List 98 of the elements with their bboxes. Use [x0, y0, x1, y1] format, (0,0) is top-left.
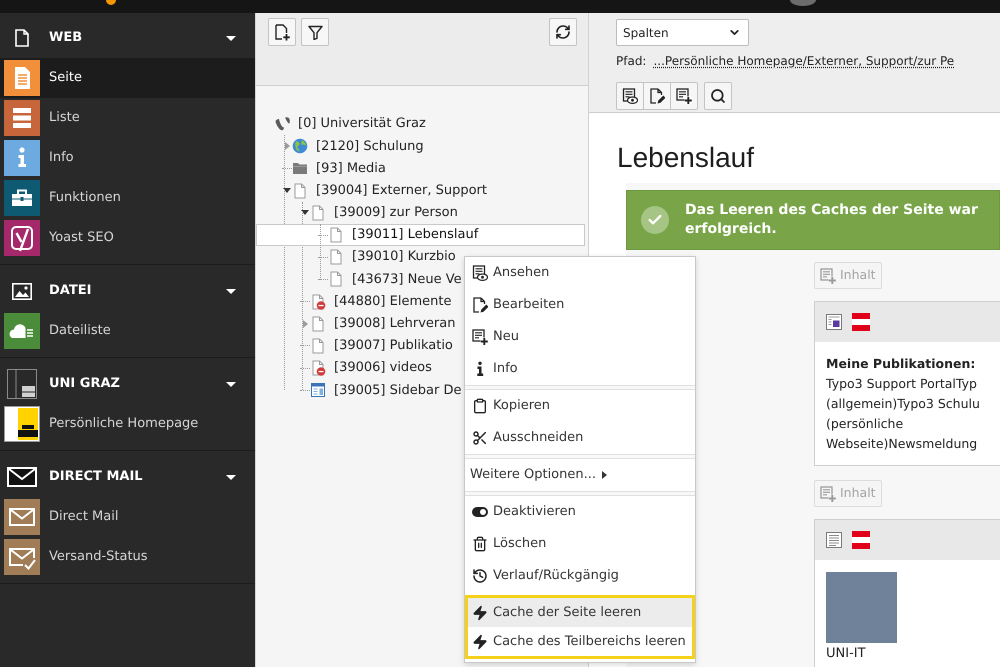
section-title: WEB [49, 29, 82, 48]
sidebar-item[interactable]: Funktionen [0, 178, 255, 218]
caret-down-icon[interactable] [283, 188, 291, 194]
list-eye-icon [622, 88, 638, 104]
list-icon [4, 100, 40, 136]
menu-item[interactable]: Löschen [465, 528, 695, 560]
logo-icon [106, 0, 116, 5]
view-button[interactable] [616, 82, 644, 110]
sidebar-item[interactable]: Liste [0, 98, 255, 138]
refresh-button[interactable] [549, 18, 577, 46]
sidebar-item[interactable]: Versand-Status [0, 537, 255, 577]
filter-icon [308, 24, 322, 40]
new-button[interactable] [670, 82, 698, 110]
avatar-icon [790, 0, 816, 6]
tree-node[interactable]: [39004] Externer, Support [281, 180, 488, 202]
refresh-icon [555, 24, 571, 40]
image-caption: UNI-IT [826, 645, 867, 663]
envelope-check-icon [4, 539, 40, 575]
sidebar-item[interactable]: Dateiliste [0, 311, 255, 351]
image-icon [12, 282, 32, 300]
caret-down-icon[interactable] [226, 288, 236, 294]
sidebar-item[interactable]: Direct Mail [0, 497, 255, 537]
search-button[interactable] [704, 82, 732, 110]
lightning-icon [472, 634, 488, 650]
logo-icon [7, 369, 37, 399]
breadcrumb-link[interactable]: ...Persönliche Homepage/Externer, Support/zur Pe [653, 52, 954, 70]
caret-right-icon[interactable] [284, 142, 290, 150]
tree-node[interactable]: [39011] Lebenslauf [256, 224, 585, 246]
section-title: DIRECT MAIL [49, 468, 143, 486]
trash-icon [472, 536, 488, 552]
card-text: Typo3 Support PortalTyp (allgemein)Typo3 Schulu (persönliche Webseite)Newsmeldung [826, 375, 981, 453]
view-select[interactable]: Spalten [616, 19, 749, 46]
caret-down-icon[interactable] [226, 474, 236, 480]
menu-item[interactable]: Ansehen [465, 257, 695, 289]
page-outline-icon [15, 29, 29, 47]
scissors-icon [472, 430, 488, 446]
logo-icon [4, 220, 40, 256]
list-plus-icon [472, 329, 488, 345]
sidebar-item[interactable]: Seite [0, 58, 255, 98]
menu-item[interactable]: Cache der Seite leeren [468, 598, 692, 627]
tree-node[interactable]: [39007] Publikatio [299, 334, 454, 358]
tree-node[interactable]: [39005] Sidebar De [299, 379, 462, 402]
plugin-icon [826, 314, 842, 330]
tree-node[interactable]: [0] Universität Graz [263, 113, 427, 136]
page-plus-icon [274, 24, 290, 40]
info-icon [4, 140, 40, 176]
menu-item[interactable]: Info [465, 353, 695, 385]
cloud-icon [4, 313, 40, 349]
caret-right-icon [602, 471, 608, 479]
logo-icon [4, 406, 40, 442]
document-icon [4, 60, 40, 96]
sidebar-item[interactable]: Yoast SEO [0, 218, 255, 258]
tree-node[interactable]: [39009] zur Person [299, 202, 459, 224]
toolbox-icon [4, 180, 40, 216]
path-label: Pfad: [616, 53, 646, 70]
lightning-icon [472, 604, 488, 620]
search-icon [710, 88, 726, 104]
card-heading: Meine Publikationen: [826, 355, 976, 373]
page-pencil-icon [472, 297, 488, 313]
list-plus-icon [820, 486, 836, 502]
history-icon [472, 568, 488, 584]
tree-node[interactable]: [39008] Lehrveran [299, 312, 456, 335]
flag-icon [852, 531, 870, 549]
notification-text: Das Leeren des Caches der Seite war erfolgreich. [685, 201, 979, 239]
new-page-button[interactable] [268, 18, 296, 46]
caret-down-icon[interactable] [226, 36, 236, 40]
toggle-icon [472, 507, 488, 517]
sidebar-item[interactable]: Info [0, 138, 255, 178]
menu-item[interactable]: Neu [465, 321, 695, 353]
menu-item[interactable]: Deaktivieren [465, 496, 695, 528]
caret-down-icon[interactable] [226, 382, 236, 386]
tree-node[interactable]: [93] Media [281, 157, 387, 180]
section-title: UNI GRAZ [49, 375, 120, 394]
tree-node[interactable]: [2120] Schulung [281, 135, 425, 158]
menu-item[interactable]: Kopieren [465, 390, 695, 422]
submenu-item[interactable]: Weitere Optionen... [465, 459, 695, 491]
filter-button[interactable] [301, 18, 329, 46]
tree-node[interactable]: [43673] Neue Ve [317, 268, 463, 290]
text-lines-icon [826, 532, 842, 548]
menu-item[interactable]: Bearbeiten [465, 289, 695, 321]
menu-item[interactable]: Ausschneiden [465, 422, 695, 454]
edit-button[interactable] [643, 82, 671, 110]
page-pencil-icon [649, 88, 665, 104]
section-title: DATEI [49, 282, 92, 300]
list-plus-icon [820, 268, 836, 284]
caret-down-icon[interactable] [301, 210, 309, 216]
list-plus-icon [676, 88, 692, 104]
photo-placeholder [826, 572, 897, 643]
tree-node[interactable]: [39010] Kurzbio [317, 246, 457, 268]
list-eye-icon [472, 265, 488, 281]
envelope-icon [7, 467, 37, 487]
menu-item[interactable]: Verlauf/Rückgängig [465, 560, 695, 592]
envelope-icon [4, 499, 40, 535]
caret-right-icon[interactable] [302, 320, 308, 328]
page-title: Lebenslauf [617, 141, 756, 175]
flag-icon [852, 313, 870, 331]
sidebar-item[interactable]: Persönliche Homepage [0, 404, 255, 444]
clipboard-icon [472, 398, 488, 414]
